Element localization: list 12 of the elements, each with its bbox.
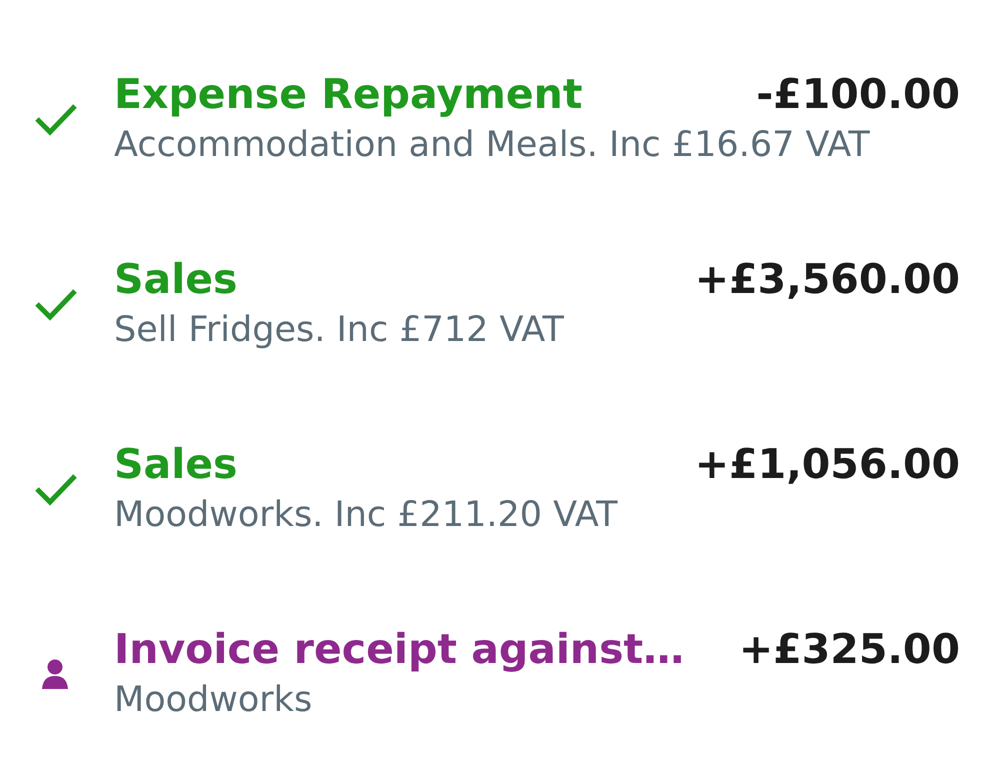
- transaction-detail: Moodworks: [114, 680, 312, 720]
- transaction-title: Invoice receipt against…: [114, 624, 684, 675]
- transaction-detail: Accommodation and Meals. Inc £16.67 VAT: [114, 125, 870, 166]
- transaction-detail: Sell Fridges. Inc £712 VAT: [114, 310, 564, 350]
- transaction-amount: -£100.00: [756, 70, 960, 118]
- transaction-amount: +£1,056.00: [694, 440, 960, 488]
- transaction-title: Sales: [114, 254, 238, 305]
- transaction-title: Sales: [114, 439, 238, 490]
- transaction-title: Expense Repayment: [114, 69, 582, 120]
- transaction-amount: +£325.00: [738, 625, 960, 673]
- transaction-amount: +£3,560.00: [694, 255, 960, 303]
- transaction-detail: Moodworks. Inc £211.20 VAT: [114, 495, 618, 536]
